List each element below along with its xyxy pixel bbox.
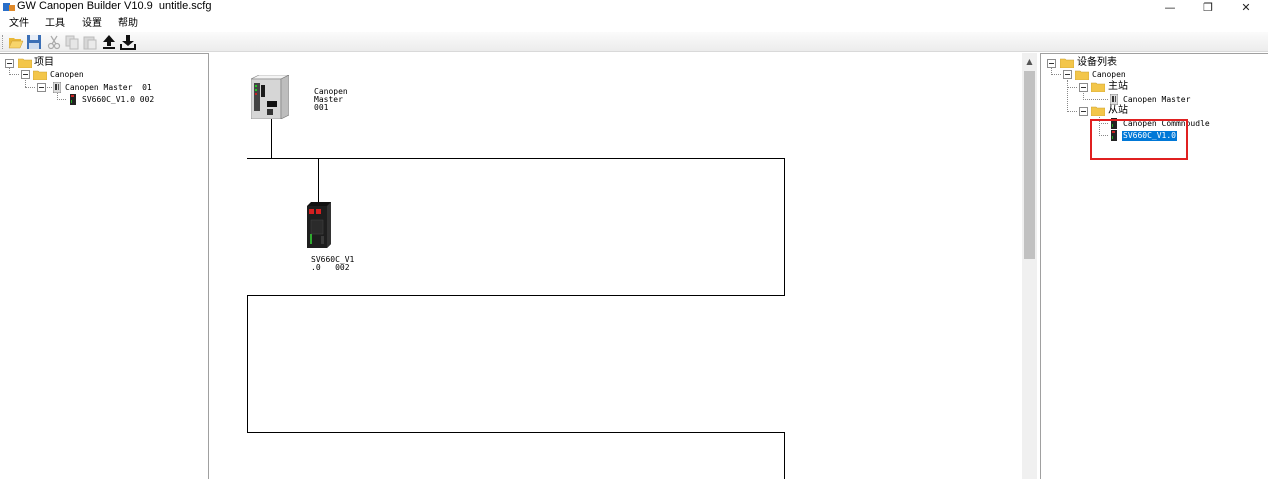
scrollbar-thumb[interactable] (1024, 71, 1035, 259)
menu-bar: 文件 工具 设置 帮助 (0, 15, 1268, 32)
servo-drive-icon (70, 94, 76, 105)
bus-line-3 (247, 432, 785, 433)
expand-toggle-master-group[interactable] (1079, 83, 1088, 92)
tree-item-master-device[interactable]: Canopen Master (1123, 95, 1190, 105)
title-bar: GW Canopen Builder V10.9 untitle.scfg — … (0, 0, 1268, 15)
tree-item-slave-group[interactable]: 从站 (1108, 105, 1128, 116)
bus-line-2 (247, 295, 785, 296)
tree-line (47, 87, 52, 88)
folder-icon (1091, 106, 1105, 116)
slave-drop-line (318, 158, 319, 202)
toolbar (0, 32, 1268, 52)
window-title: GW Canopen Builder V10.9 untitle.scfg (17, 0, 212, 12)
master-drop-line (271, 119, 272, 158)
canvas-scrollbar[interactable]: ▲ (1022, 53, 1037, 479)
toolbar-grip[interactable] (2, 35, 4, 49)
tree-item-sv660c[interactable]: SV660C_V1.0 002 (82, 95, 154, 105)
copy-icon[interactable] (64, 34, 80, 50)
master-device-label: Canopen Master 001 (314, 87, 348, 112)
highlight-box (1090, 119, 1188, 160)
expand-toggle-canopen[interactable] (21, 70, 30, 79)
menu-help[interactable]: 帮助 (118, 17, 138, 30)
canopen-master-device-icon[interactable] (251, 75, 289, 119)
tree-item-device-list[interactable]: 设备列表 (1077, 57, 1117, 68)
master-device-icon (1110, 94, 1118, 105)
tree-line (57, 99, 66, 100)
tree-line (1067, 87, 1077, 88)
tree-line (25, 87, 35, 88)
bus-line-right-3 (784, 432, 785, 479)
expand-toggle-master[interactable] (37, 83, 46, 92)
maximize-button[interactable]: ❐ (1193, 0, 1223, 14)
expand-toggle-device-canopen[interactable] (1063, 70, 1072, 79)
folder-icon (33, 70, 47, 80)
master-device-icon (53, 82, 61, 93)
download-icon[interactable] (120, 34, 136, 50)
tree-item-canopen-master[interactable]: Canopen Master 01 (65, 83, 152, 93)
open-folder-icon[interactable] (8, 34, 24, 50)
upload-icon[interactable] (101, 34, 117, 50)
menu-settings[interactable]: 设置 (82, 17, 102, 30)
tree-item-device-canopen[interactable]: Canopen (1092, 70, 1126, 80)
slave-device-label: SV660C_V1 .0 002 (311, 255, 355, 272)
device-list-panel: 设备列表 Canopen 主站 Canopen Master 从站 Canope… (1040, 53, 1268, 479)
scroll-up-arrow-icon[interactable]: ▲ (1022, 55, 1037, 67)
folder-icon (18, 58, 32, 68)
tree-line (1051, 74, 1061, 75)
folder-icon (1075, 70, 1089, 80)
cut-icon[interactable] (46, 34, 62, 50)
minimize-button[interactable]: — (1155, 0, 1185, 14)
tree-line (25, 80, 26, 87)
expand-toggle-device-list[interactable] (1047, 59, 1056, 68)
app-icon (3, 3, 15, 11)
bus-line-1 (247, 158, 785, 159)
save-icon[interactable] (26, 34, 42, 50)
expand-toggle-slave-group[interactable] (1079, 107, 1088, 116)
folder-icon (1060, 58, 1074, 68)
bus-line-right-1 (784, 158, 785, 296)
tree-line (1067, 80, 1068, 112)
menu-file[interactable]: 文件 (9, 17, 29, 30)
tree-line (1083, 99, 1108, 100)
tree-item-project[interactable]: 项目 (34, 57, 54, 68)
tree-item-master-group[interactable]: 主站 (1108, 81, 1128, 92)
tree-item-canopen[interactable]: Canopen (50, 70, 84, 80)
tree-line (9, 74, 19, 75)
bus-line-left-2 (247, 295, 248, 433)
menu-tools[interactable]: 工具 (45, 17, 65, 30)
project-tree-panel: 项目 Canopen Canopen Master 01 SV660C_V1.0… (0, 53, 209, 479)
tree-line (1067, 111, 1077, 112)
close-button[interactable]: ✕ (1231, 0, 1261, 14)
paste-icon[interactable] (82, 34, 98, 50)
folder-icon (1091, 82, 1105, 92)
sv660c-device-icon[interactable] (307, 202, 331, 248)
expand-toggle-project[interactable] (5, 59, 14, 68)
